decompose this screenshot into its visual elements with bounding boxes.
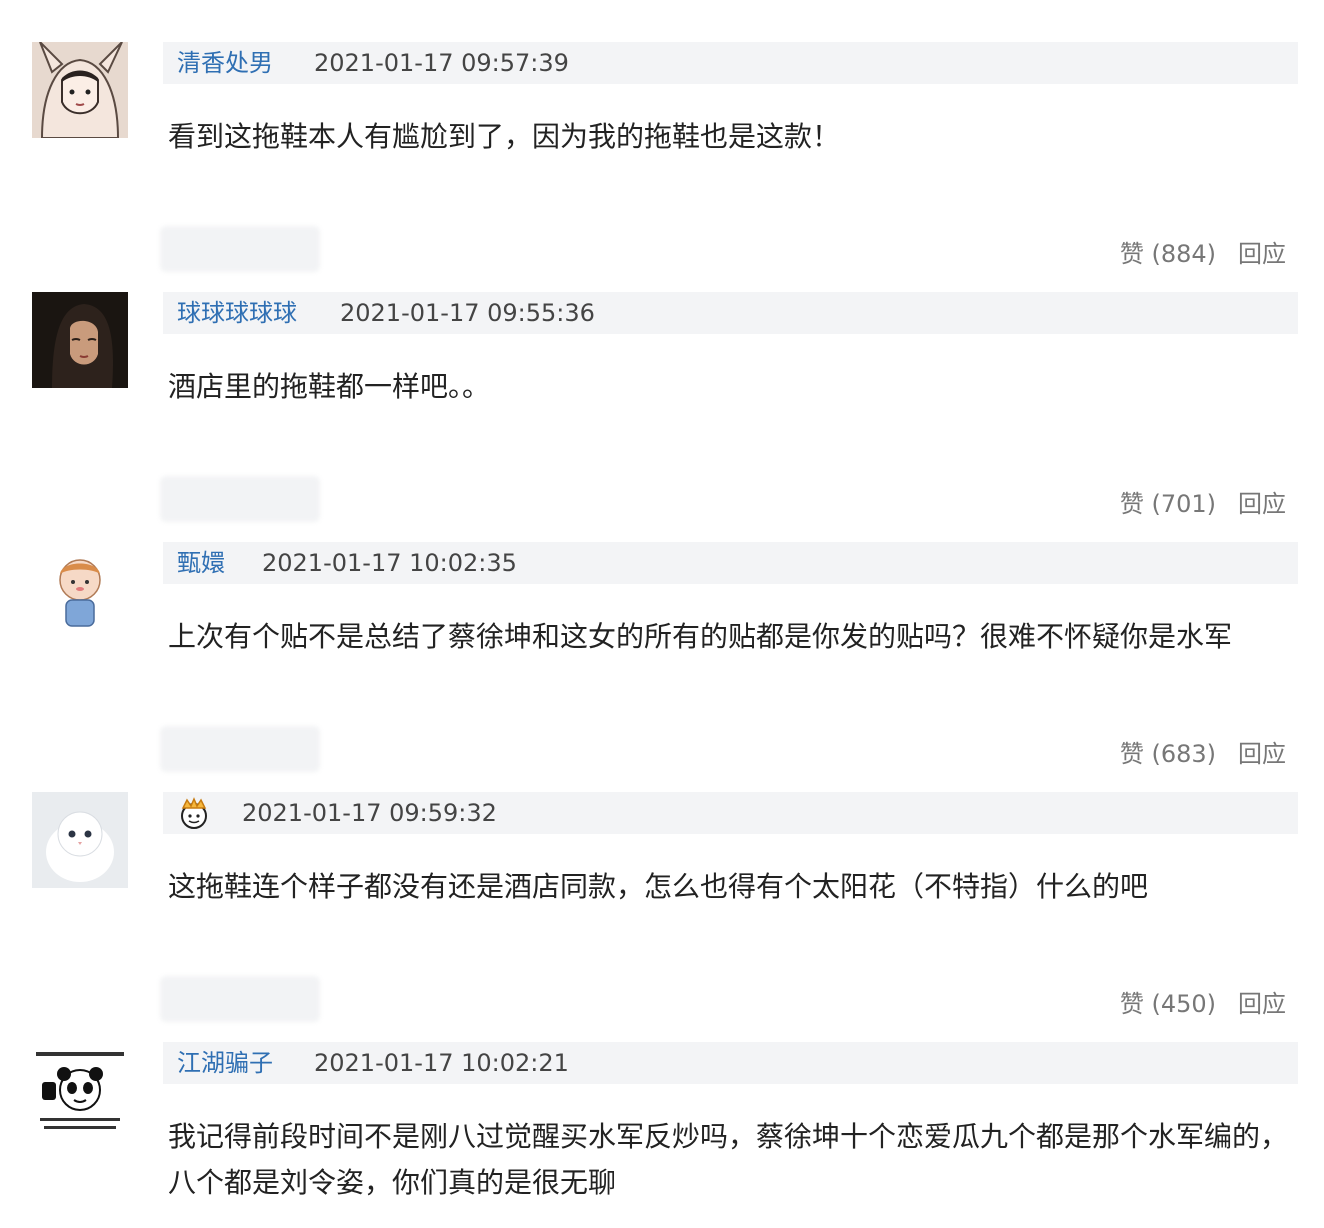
woman-portrait-icon xyxy=(32,292,128,388)
comment-text: 看到这拖鞋本人有尴尬到了，因为我的拖鞋也是这款！ xyxy=(168,120,841,153)
comment-text-line: 我记得前段时间不是刚八过觉醒买水军反炒吗，蔡徐坤十个恋爱瓜九个都是那个水军编的， xyxy=(168,1120,1289,1153)
username[interactable]: 球球球球球 xyxy=(177,297,297,329)
avatar[interactable] xyxy=(32,292,128,388)
timestamp: 2021-01-17 10:02:21 xyxy=(314,1049,569,1077)
comment-footer: 赞 (450) 回应 xyxy=(0,976,1324,1028)
username[interactable]: 江湖骗子 xyxy=(177,1047,273,1079)
comment-footer: 赞 (884) 回应 xyxy=(0,226,1324,278)
reply-button[interactable]: 回应 xyxy=(1238,988,1286,1020)
like-button[interactable]: 赞 (701) xyxy=(1120,488,1216,520)
avatar[interactable] xyxy=(32,1042,128,1138)
avatar[interactable] xyxy=(32,542,128,638)
cartoon-bunny-hood-icon xyxy=(32,42,128,138)
reply-button[interactable]: 回应 xyxy=(1238,238,1286,270)
blurred-quote xyxy=(160,726,320,772)
white-kitten-icon xyxy=(32,792,128,888)
crown-face-icon xyxy=(181,797,207,829)
comment-header: 甄嬛 2021-01-17 10:02:35 xyxy=(163,542,1298,584)
like-button[interactable]: 赞 (683) xyxy=(1120,738,1216,770)
comment-footer: 赞 (701) 回应 xyxy=(0,476,1324,528)
username[interactable]: 清香处男 xyxy=(177,47,273,79)
avatar[interactable] xyxy=(32,42,128,138)
avatar[interactable] xyxy=(32,792,128,888)
comment-header: 清香处男 2021-01-17 09:57:39 xyxy=(163,42,1298,84)
comment-text: 酒店里的拖鞋都一样吧。。 xyxy=(168,370,491,403)
comment-text: 上次有个贴不是总结了蔡徐坤和这女的所有的贴都是你发的贴吗？很难不怀疑你是水军 xyxy=(168,620,1233,653)
timestamp: 2021-01-17 09:59:32 xyxy=(242,799,497,827)
blurred-quote xyxy=(160,226,320,272)
comment-text: 我记得前段时间不是刚八过觉醒买水军反炒吗，蔡徐坤十个恋爱瓜九个都是那个水军编的，… xyxy=(168,1114,1288,1206)
comment-header: 江湖骗子 2021-01-17 10:02:21 xyxy=(163,1042,1298,1084)
panda-meme-icon xyxy=(32,1042,128,1138)
reply-button[interactable]: 回应 xyxy=(1238,738,1286,770)
timestamp: 2021-01-17 09:55:36 xyxy=(340,299,595,327)
username[interactable]: 甄嬛 xyxy=(177,547,225,579)
comment-header: 球球球球球 2021-01-17 09:55:36 xyxy=(163,292,1298,334)
blurred-quote xyxy=(160,476,320,522)
cartoon-boy-icon xyxy=(32,542,128,638)
timestamp: 2021-01-17 10:02:35 xyxy=(262,549,517,577)
comment-text-line: 八个都是刘令姿，你们真的是很无聊 xyxy=(168,1166,617,1199)
like-button[interactable]: 赞 (884) xyxy=(1120,238,1216,270)
reply-button[interactable]: 回应 xyxy=(1238,488,1286,520)
timestamp: 2021-01-17 09:57:39 xyxy=(314,49,569,77)
comment-text: 这拖鞋连个样子都没有还是酒店同款，怎么也得有个太阳花（不特指）什么的吧 xyxy=(168,870,1149,903)
blurred-quote xyxy=(160,976,320,1022)
comment-footer: 赞 (683) 回应 xyxy=(0,726,1324,778)
comment-header: 2021-01-17 09:59:32 xyxy=(163,792,1298,834)
like-button[interactable]: 赞 (450) xyxy=(1120,988,1216,1020)
